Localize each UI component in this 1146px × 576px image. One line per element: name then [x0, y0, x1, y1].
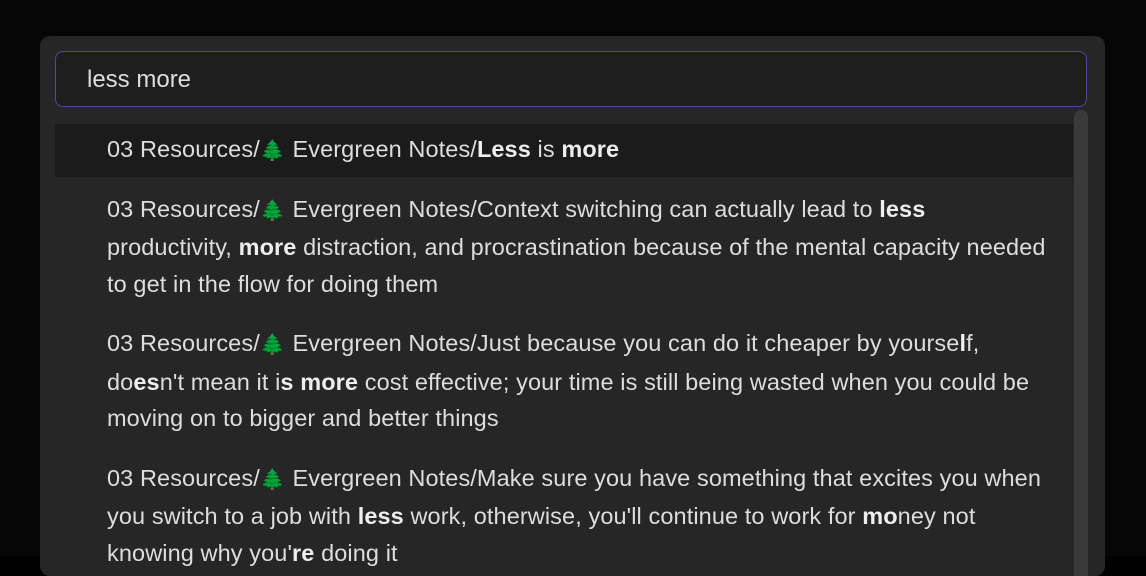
result-text: is [531, 136, 561, 162]
match-highlight: less [358, 503, 404, 529]
results-list: 03 Resources/🌲 Evergreen Notes/Less is m… [55, 124, 1073, 576]
result-text: Evergreen Notes/Context switching can ac… [286, 196, 879, 222]
evergreen-tree-icon: 🌲 [260, 327, 286, 364]
match-highlight: Less [477, 136, 531, 162]
search-input[interactable] [87, 52, 1067, 108]
match-highlight: es [133, 369, 159, 395]
match-highlight: s more [280, 369, 358, 395]
match-highlight: mo [862, 503, 897, 529]
evergreen-tree-icon: 🌲 [260, 462, 286, 499]
results-scrollbar[interactable] [1074, 110, 1088, 576]
result-text: Evergreen Notes/Just because you can do … [286, 330, 960, 356]
result-item[interactable]: 03 Resources/🌲 Evergreen Notes/Less is m… [55, 124, 1073, 177]
evergreen-tree-icon: 🌲 [260, 193, 286, 230]
quick-switcher-modal: 03 Resources/🌲 Evergreen Notes/Less is m… [40, 36, 1105, 576]
search-box[interactable] [55, 51, 1087, 107]
result-text: 03 Resources/ [107, 465, 260, 491]
match-highlight: more [239, 234, 297, 260]
result-text: 03 Resources/ [107, 196, 260, 222]
match-highlight: re [292, 540, 314, 566]
result-item[interactable]: 03 Resources/🌲 Evergreen Notes/Just beca… [55, 316, 1073, 446]
result-text: productivity, [107, 234, 239, 260]
scrollbar-thumb[interactable] [1074, 110, 1088, 576]
evergreen-tree-icon: 🌲 [260, 133, 286, 170]
result-item[interactable]: 03 Resources/🌲 Evergreen Notes/Context s… [55, 182, 1073, 312]
result-item[interactable]: 03 Resources/🌲 Evergreen Notes/Make sure… [55, 451, 1073, 576]
match-highlight: more [561, 136, 619, 162]
result-text: 03 Resources/ [107, 136, 260, 162]
result-text: n't mean it i [160, 369, 281, 395]
match-highlight: less [879, 196, 925, 222]
result-text: Evergreen Notes/ [286, 136, 477, 162]
result-text: 03 Resources/ [107, 330, 260, 356]
result-text: doing it [314, 540, 397, 566]
result-text: work, otherwise, you'll continue to work… [404, 503, 862, 529]
